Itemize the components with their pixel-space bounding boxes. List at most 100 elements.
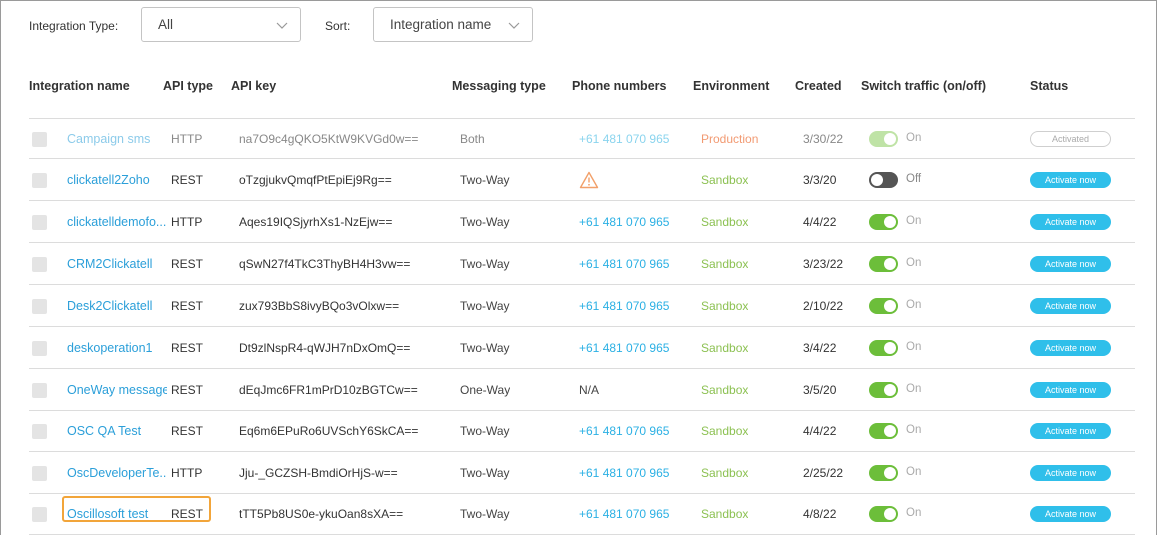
activate-now-button[interactable]: Activate now <box>1030 465 1111 481</box>
integration-name-link[interactable]: Campaign sms <box>67 119 167 160</box>
api-key: Aqes19IQSjyrhXs1-NzEjw== <box>239 215 393 229</box>
traffic-toggle[interactable] <box>869 172 898 188</box>
integration-name-link[interactable]: OneWay message <box>67 370 167 411</box>
row-checkbox[interactable] <box>32 507 47 522</box>
integration-name-link[interactable]: OscDeveloperTe... <box>67 453 167 494</box>
environment: Sandbox <box>701 424 749 438</box>
sort-label: Sort: <box>325 19 351 33</box>
toggle-label: On <box>906 132 922 144</box>
messaging-type: Two-Way <box>460 215 510 229</box>
activate-now-button[interactable]: Activate now <box>1030 340 1111 356</box>
phone-number: +61 481 070 965 <box>579 215 670 229</box>
api-type: HTTP <box>171 132 203 146</box>
activate-now-button[interactable]: Activate now <box>1030 172 1111 188</box>
integration-name-link[interactable]: Oscillosoft test <box>67 494 167 535</box>
environment: Production <box>701 132 759 146</box>
activate-now-button[interactable]: Activate now <box>1030 382 1111 398</box>
traffic-toggle[interactable] <box>869 340 898 356</box>
messaging-type: Two-Way <box>460 341 510 355</box>
table-row: OscDeveloperTe... HTTP Jju-_GCZSH-BmdiOr… <box>29 453 1135 494</box>
messaging-type: Two-Way <box>460 466 510 480</box>
row-checkbox[interactable] <box>32 257 47 272</box>
phone-number: +61 481 070 965 <box>579 257 670 271</box>
activate-now-button[interactable]: Activate now <box>1030 256 1111 272</box>
api-key: qSwN27f4TkC3ThyBH4H3vw== <box>239 257 411 271</box>
toggle-label: On <box>906 466 922 478</box>
col-header-status[interactable]: Status <box>1030 79 1068 93</box>
activate-now-button[interactable]: Activate now <box>1030 214 1111 230</box>
api-key: oTzgjukvQmqfPtEpiEj9Rg== <box>239 173 392 187</box>
integration-name-link[interactable]: Desk2Clickatell <box>67 286 167 327</box>
col-header-phone-numbers[interactable]: Phone numbers <box>572 79 666 93</box>
col-header-created[interactable]: Created <box>795 79 842 93</box>
messaging-type: Two-Way <box>460 299 510 313</box>
integration-name-link[interactable]: clickatell2Zoho <box>67 160 167 201</box>
table-row: clickatelldemofo... HTTP Aqes19IQSjyrhXs… <box>29 202 1135 243</box>
row-checkbox[interactable] <box>32 383 47 398</box>
api-type: REST <box>171 424 204 438</box>
created-date: 4/4/22 <box>803 215 837 229</box>
integration-type-label: Integration Type: <box>29 19 119 33</box>
integration-type-select[interactable]: All <box>141 7 301 42</box>
created-date: 2/25/22 <box>803 466 844 480</box>
table-row: Desk2Clickatell REST zux793BbS8ivyBQo3vO… <box>29 286 1135 327</box>
toggle-label: Off <box>906 173 922 185</box>
col-header-messaging-type[interactable]: Messaging type <box>452 79 546 93</box>
row-checkbox[interactable] <box>32 424 47 439</box>
col-header-environment[interactable]: Environment <box>693 79 769 93</box>
toggle-label: On <box>906 299 922 311</box>
row-checkbox[interactable] <box>32 341 47 356</box>
activate-now-button[interactable]: Activate now <box>1030 298 1111 314</box>
traffic-toggle[interactable] <box>869 465 898 481</box>
row-checkbox[interactable] <box>32 299 47 314</box>
integration-name-link[interactable]: OSC QA Test <box>67 411 167 452</box>
traffic-toggle[interactable] <box>869 131 898 147</box>
toggle-label: On <box>906 424 922 436</box>
activate-now-button[interactable]: Activate now <box>1030 506 1111 522</box>
integration-name-link[interactable]: deskoperation1 <box>67 328 167 369</box>
environment: Sandbox <box>701 215 749 229</box>
traffic-toggle[interactable] <box>869 214 898 230</box>
api-type: HTTP <box>171 466 203 480</box>
environment: Sandbox <box>701 257 749 271</box>
col-header-switch-traffic[interactable]: Switch traffic (on/off) <box>861 79 986 93</box>
sort-value: Integration name <box>390 17 492 32</box>
chevron-down-icon <box>276 22 288 29</box>
api-type: REST <box>171 173 204 187</box>
row-checkbox[interactable] <box>32 215 47 230</box>
traffic-toggle[interactable] <box>869 506 898 522</box>
environment: Sandbox <box>701 507 749 521</box>
toggle-label: On <box>906 383 922 395</box>
integration-name-link[interactable]: clickatelldemofo... <box>67 202 167 243</box>
api-key: na7O9c4gQKO5KtW9KVGd0w== <box>239 132 419 146</box>
api-key: zux793BbS8ivyBQo3vOlxw== <box>239 299 400 313</box>
toggle-label: On <box>906 341 922 353</box>
traffic-toggle[interactable] <box>869 256 898 272</box>
api-type: REST <box>171 299 204 313</box>
toggle-label: On <box>906 507 922 519</box>
col-header-api-type[interactable]: API type <box>163 79 213 93</box>
phone-number: +61 481 070 965 <box>579 507 670 521</box>
api-key: Jju-_GCZSH-BmdiOrHjS-w== <box>239 466 398 480</box>
traffic-toggle[interactable] <box>869 298 898 314</box>
api-key: dEqJmc6FR1mPrD10zBGTCw== <box>239 383 418 397</box>
traffic-toggle[interactable] <box>869 382 898 398</box>
row-checkbox[interactable] <box>32 466 47 481</box>
phone-number: +61 481 070 965 <box>579 132 670 146</box>
traffic-toggle[interactable] <box>869 423 898 439</box>
warning-icon <box>579 171 599 189</box>
table-row: Campaign sms HTTP na7O9c4gQKO5KtW9KVGd0w… <box>29 118 1135 159</box>
row-checkbox[interactable] <box>32 132 47 147</box>
api-key: Dt9zlNspR4-qWJH7nDxOmQ== <box>239 341 411 355</box>
phone-number: +61 481 070 965 <box>579 466 670 480</box>
row-checkbox[interactable] <box>32 173 47 188</box>
col-header-integration-name[interactable]: Integration name <box>29 79 130 93</box>
environment: Sandbox <box>701 299 749 313</box>
integration-name-link[interactable]: CRM2Clickatell <box>67 244 167 285</box>
messaging-type: One-Way <box>460 383 511 397</box>
messaging-type: Both <box>460 132 485 146</box>
activate-now-button[interactable]: Activate now <box>1030 423 1111 439</box>
created-date: 4/8/22 <box>803 507 837 521</box>
col-header-api-key[interactable]: API key <box>231 79 276 93</box>
sort-select[interactable]: Integration name <box>373 7 533 42</box>
